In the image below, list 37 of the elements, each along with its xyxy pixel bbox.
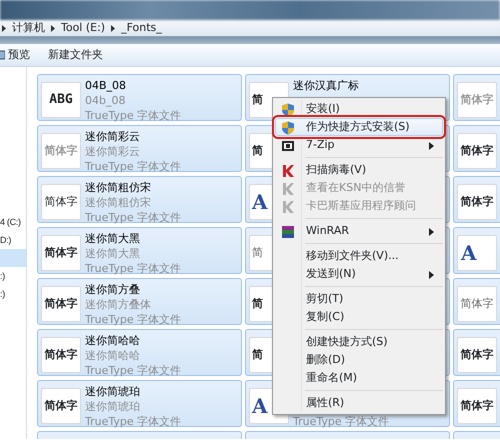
- font-family-name: 迷你简粗仿宋: [85, 195, 152, 210]
- font-preview-icon: 简体字: [41, 286, 81, 322]
- file-type: TrueType 字体文件: [85, 414, 182, 429]
- font-family-name: 迷你简彩云: [85, 144, 141, 159]
- font-family-name: 迷你简大黑: [85, 246, 141, 261]
- font-family-name: 迷你简方叠体: [85, 297, 152, 312]
- font-preview-icon: 简体字: [457, 388, 497, 424]
- file-type: TrueType 字体文件: [85, 210, 182, 225]
- font-name: 迷你简彩云: [85, 129, 141, 144]
- font-preview-icon: 简体字: [41, 184, 81, 220]
- font-preview-icon: 简体字: [457, 184, 497, 220]
- font-preview-icon: ABG: [41, 82, 81, 118]
- font-preview-icon: 简体字: [41, 388, 81, 424]
- file-type: TrueType 字体文件: [85, 363, 182, 378]
- font-name: 迷你简大黑: [85, 231, 141, 246]
- font-family-name: 迷你简琥珀: [85, 399, 141, 414]
- font-family-name: 迷你简哈哈: [85, 348, 141, 363]
- font-preview-icon: 简体字: [41, 133, 81, 169]
- file-type: TrueType 字体文件: [85, 261, 182, 276]
- font-name: 04B_08: [85, 78, 128, 93]
- file-type: TrueType 字体文件: [85, 108, 182, 123]
- font-preview-icon: 简体字: [457, 337, 497, 373]
- file-type: TrueType 字体文件: [85, 159, 182, 174]
- font-preview-icon: 简体字: [457, 82, 497, 118]
- font-preview-icon: 简体字: [41, 337, 81, 373]
- font-preview-icon: 简体字: [41, 235, 81, 271]
- file-type: TrueType 字体文件: [85, 312, 182, 327]
- font-name: 迷你简方叠: [85, 282, 141, 297]
- font-name: 迷你简哈哈: [85, 333, 141, 348]
- font-preview-icon: 简体字: [457, 286, 497, 322]
- font-family-name: 04b_08: [85, 93, 126, 108]
- font-preview-icon: 简体字: [457, 133, 497, 169]
- font-name: 迷你汉真广标: [293, 78, 359, 93]
- font-name: 迷你简粗仿宋: [85, 180, 152, 195]
- font-preview-icon: A: [457, 235, 497, 271]
- font-name: 迷你简琥珀: [85, 384, 141, 399]
- file-type: TrueType 字体文件: [293, 414, 390, 429]
